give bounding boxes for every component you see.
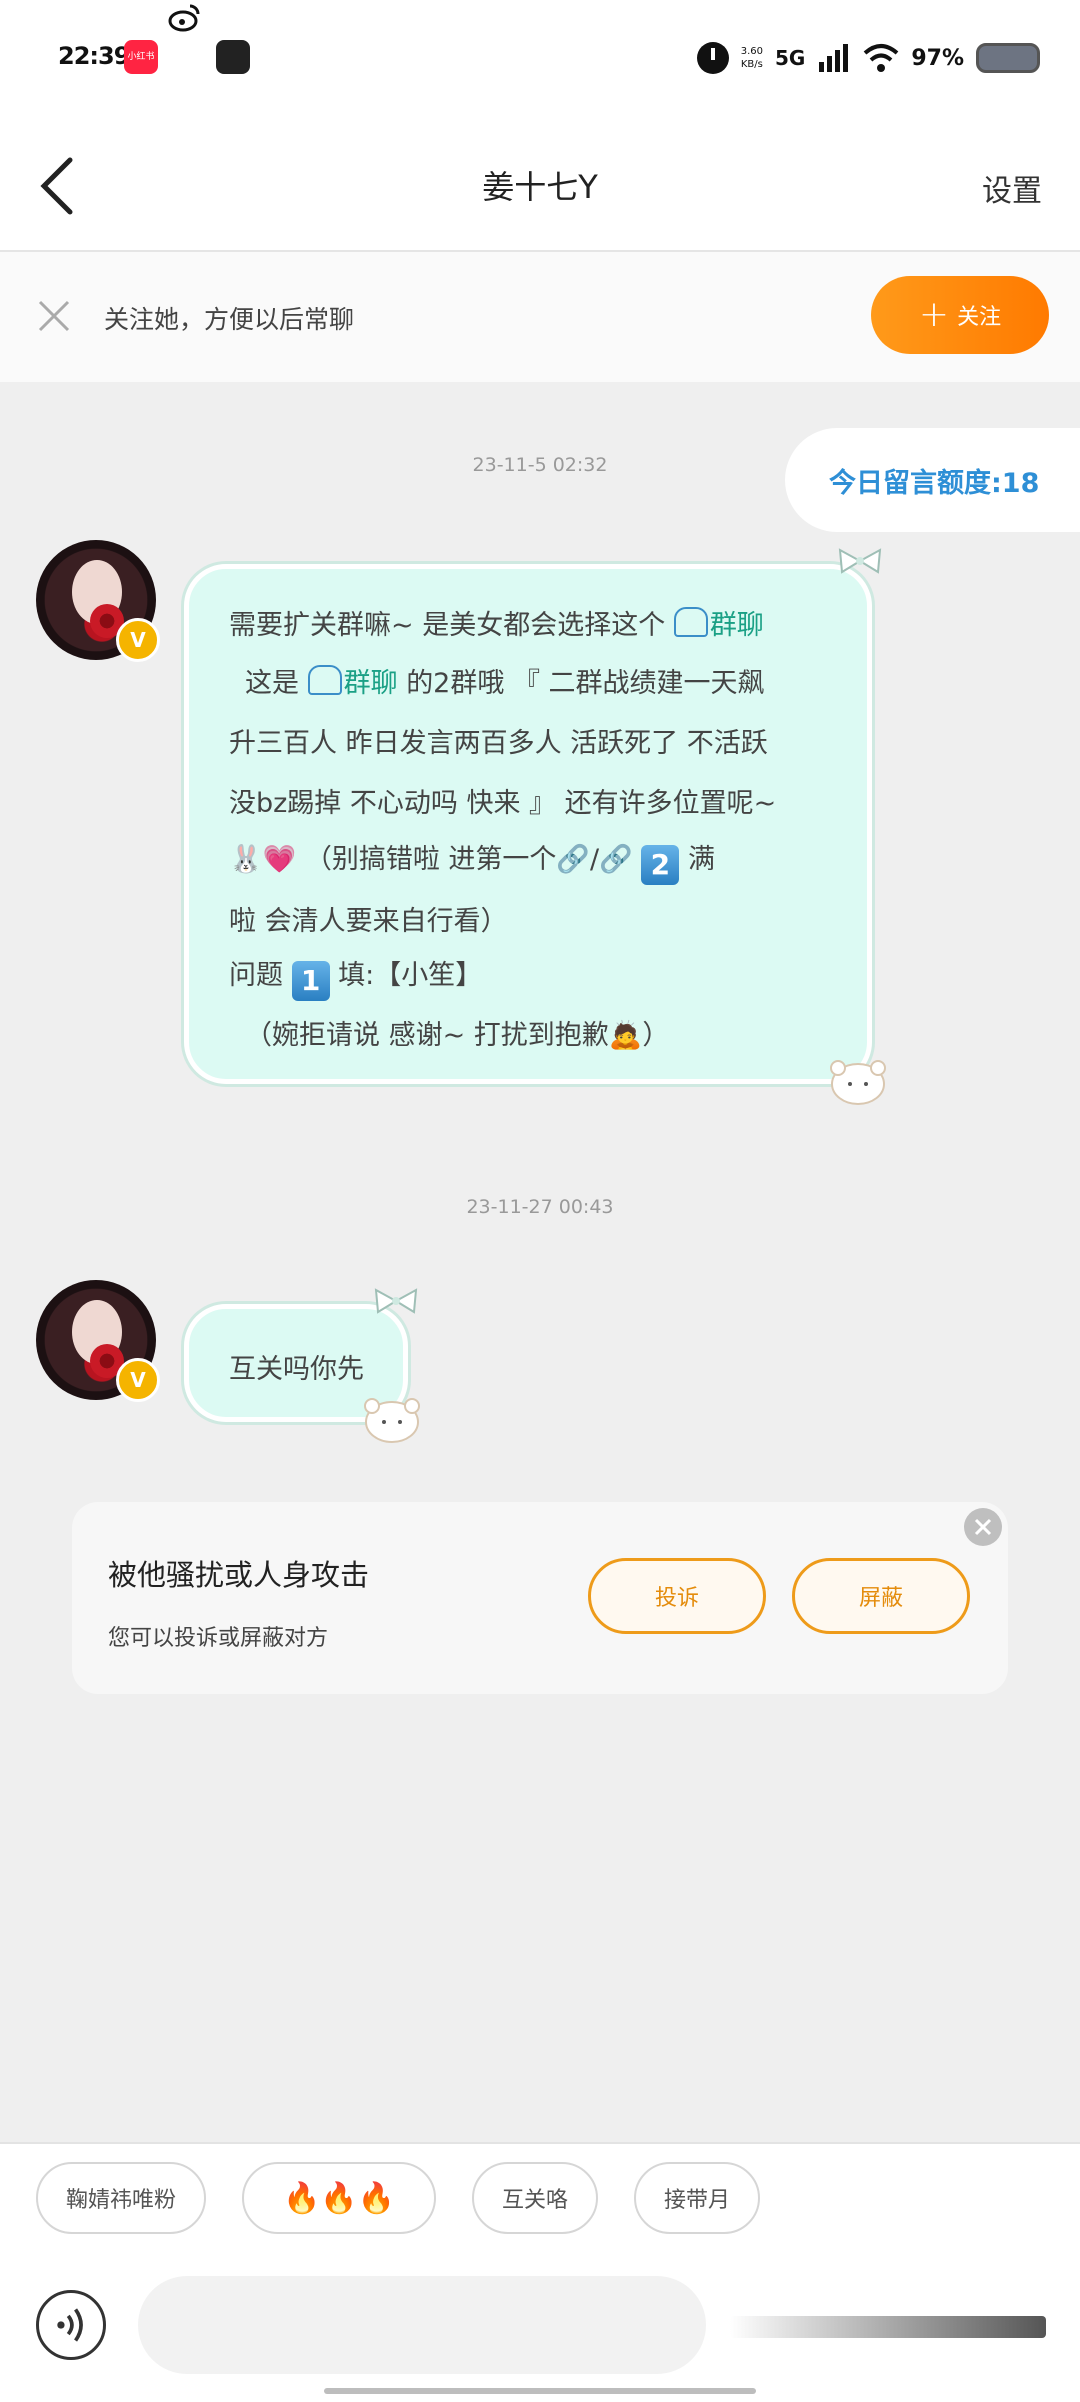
chat-title: 姜十七Y: [482, 168, 598, 206]
xiaohongshu-notification-icon: 小红书: [124, 40, 158, 74]
network-type: 5G: [774, 46, 806, 70]
message-line: （婉拒请说 感谢~ 打扰到抱歉🙇）: [245, 1020, 670, 1051]
home-indicator[interactable]: [324, 2388, 756, 2394]
battery-icon: [976, 43, 1040, 73]
close-icon[interactable]: [34, 296, 74, 336]
message-timestamp: 23-11-27 00:43: [466, 1196, 614, 1218]
weibo-notification-icon: [168, 4, 200, 32]
keycap-two-emoji: 2: [641, 845, 680, 885]
bow-decoration-icon: [838, 548, 882, 574]
verified-badge: V: [116, 618, 160, 662]
message-quota: 今日留言额度:18: [785, 428, 1080, 532]
status-bar: 22:39 小红书 3.60 KB/s 5G 97%: [0, 0, 1080, 118]
group-chat-link[interactable]: 群聊: [344, 668, 398, 699]
avatar[interactable]: V: [36, 540, 160, 662]
bear-decoration-icon: [830, 1060, 886, 1105]
quick-reply-chip[interactable]: 互关咯: [472, 2162, 598, 2234]
follow-button[interactable]: + 关注: [871, 276, 1049, 354]
close-card-icon[interactable]: [964, 1508, 1002, 1546]
follow-tip: 关注她，方便以后常聊: [104, 305, 355, 334]
message-text: 满: [687, 844, 715, 875]
quick-reply-chip[interactable]: 接带月: [634, 2162, 760, 2234]
complain-button[interactable]: 投诉: [588, 1558, 766, 1634]
message-line: 啦 会清人要来自行看）: [229, 906, 508, 937]
status-right: 3.60 KB/s 5G 97%: [696, 36, 1040, 80]
send-area[interactable]: [730, 2316, 1046, 2338]
follow-button-label: 关注: [957, 305, 1002, 330]
group-chat-icon: [307, 665, 342, 695]
message-text: 填:【小笙】: [338, 960, 483, 991]
message-line: 这是 群聊 的2群哦 『 二群战绩建一天飙: [245, 661, 765, 700]
message-line: 需要扩关群嘛~ 是美女都会选择这个 群聊: [229, 603, 764, 642]
alarm-clock-icon: [696, 42, 729, 74]
network-speed-unit: KB/s: [740, 59, 763, 70]
message-text: 需要扩关群嘛~ 是美女都会选择这个: [229, 610, 666, 641]
bow-decoration-icon: [374, 1288, 418, 1314]
bear-decoration-icon: [364, 1398, 420, 1443]
message-text: 这是: [245, 668, 299, 699]
verified-badge: V: [116, 1358, 160, 1402]
message-text: 问题: [229, 960, 283, 991]
follow-banner: 关注她，方便以后常聊 + 关注: [0, 252, 1080, 382]
wifi-icon: [864, 44, 899, 72]
message-text: 的2群哦 『 二群战绩建一天飙: [406, 668, 765, 699]
bunny-heart-emoji: 🐰💗: [229, 844, 297, 875]
battery-percent: 97%: [911, 45, 964, 71]
message-line: 升三百人 昨日发言两百多人 活跃死了 不活跃: [229, 728, 768, 759]
message-line: 🐰💗 （别搞错啦 进第一个🔗/🔗 2 满: [229, 837, 715, 885]
group-chat-link[interactable]: 群聊: [710, 610, 764, 641]
network-speed-value: 3.60: [740, 46, 763, 57]
message-line: 问题 1 填:【小笙】: [229, 953, 482, 1001]
avatar[interactable]: V: [36, 1280, 160, 1402]
message-line: 没bz踢掉 不心动吗 快来 』 还有许多位置呢~: [229, 788, 777, 819]
plus-icon: +: [918, 294, 950, 335]
keycap-one-emoji: 1: [291, 961, 330, 1001]
message-text: 互关吗你先: [229, 1354, 364, 1385]
chat-header: 姜十七Y 设置: [0, 118, 1080, 252]
report-subtitle: 您可以投诉或屏蔽对方: [108, 1626, 329, 1651]
voice-input-icon[interactable]: [36, 2290, 106, 2360]
message-input[interactable]: [138, 2276, 706, 2374]
quick-reply-chip[interactable]: 🔥🔥🔥: [242, 2162, 436, 2234]
message-bubble[interactable]: 需要扩关群嘛~ 是美女都会选择这个 群聊 这是 群聊 的2群哦 『 二群战绩建一…: [184, 564, 872, 1084]
app-notification-icon: [216, 40, 250, 74]
block-button[interactable]: 屏蔽: [792, 1558, 970, 1634]
network-speed: 3.60 KB/s: [741, 45, 763, 71]
report-title: 被他骚扰或人身攻击: [108, 1558, 370, 1592]
status-time: 22:39: [58, 42, 130, 70]
group-chat-icon: [673, 607, 708, 637]
message-text: （别搞错啦 进第一个🔗/🔗: [304, 844, 633, 875]
bottom-panel: 鞠婧祎唯粉 🔥🔥🔥 互关咯 接带月: [0, 2142, 1080, 2402]
message-timestamp: 23-11-5 02:32: [472, 454, 608, 476]
quick-reply-chip[interactable]: 鞠婧祎唯粉: [36, 2162, 206, 2234]
report-card: 被他骚扰或人身攻击 您可以投诉或屏蔽对方 投诉 屏蔽: [72, 1502, 1008, 1694]
settings-button[interactable]: 设置: [982, 166, 1042, 210]
signal-icon: [819, 44, 849, 72]
